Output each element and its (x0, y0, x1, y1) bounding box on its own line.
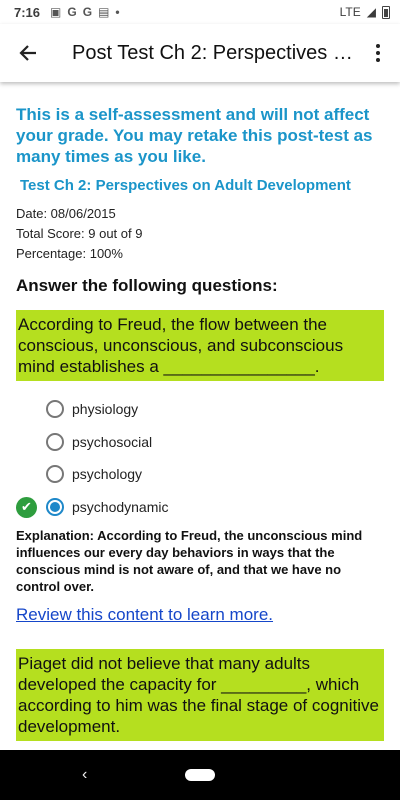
result-meta: Date: 08/06/2015 Total Score: 9 out of 9… (16, 204, 384, 264)
nav-back-icon[interactable]: ‹ (82, 766, 87, 784)
google-notification-icon: G (67, 5, 77, 19)
percentage-text: Percentage: 100% (16, 246, 123, 261)
total-score-text: Total Score: 9 out of 9 (16, 226, 143, 241)
clock: 7:16 (14, 4, 41, 20)
back-arrow-icon[interactable] (0, 24, 56, 82)
option-label: physiology (72, 401, 139, 418)
answer-option[interactable]: psychosocial (16, 426, 384, 459)
news-notification-icon: ▤ (98, 5, 110, 19)
status-right: LTE ◢ (340, 5, 390, 19)
radio-button[interactable] (46, 432, 64, 451)
google-notification-icon: G (82, 5, 93, 19)
self-assessment-notice: This is a self-assessment and will not a… (16, 105, 373, 166)
page-title: Post Test Ch 2: Perspectives on Adult De… (72, 41, 356, 64)
status-bar: 7:16 ▣ G G ▤ • LTE ◢ (0, 0, 400, 24)
answer-options: physiology psychosocial psychology ✔ psy… (16, 393, 384, 523)
explanation-text: Explanation: According to Freud, the unc… (16, 528, 363, 594)
radio-button-selected[interactable] (46, 497, 64, 516)
network-label: LTE (339, 5, 361, 19)
option-label: psychosocial (72, 433, 153, 450)
signal-icon: ◢ (366, 5, 376, 19)
question-text: Piaget did not believe that many adults … (16, 649, 384, 741)
overflow-menu-icon[interactable] (356, 43, 400, 63)
more-notifications-icon: • (115, 5, 120, 19)
app-bar: Post Test Ch 2: Perspectives on Adult De… (0, 24, 400, 82)
correct-check-icon: ✔ (16, 496, 37, 518)
radio-button[interactable] (46, 465, 64, 484)
question-text: According to Freud, the flow between the… (16, 310, 384, 381)
date-text: Date: 08/06/2015 (16, 206, 116, 221)
battery-icon (382, 5, 390, 19)
option-label: psychology (72, 466, 143, 483)
radio-button[interactable] (46, 400, 64, 419)
review-content-link[interactable]: Review this content to learn more. (16, 605, 273, 625)
answer-option-selected[interactable]: ✔ psychodynamic (16, 491, 384, 524)
option-label: psychodynamic (72, 498, 169, 515)
answer-option[interactable]: psychology (16, 458, 384, 491)
answer-option[interactable]: physiology (16, 393, 384, 426)
home-pill-icon[interactable] (185, 769, 215, 781)
results-content[interactable]: This is a self-assessment and will not a… (0, 82, 400, 750)
system-nav-bar: ‹ (0, 750, 400, 800)
test-title: Test Ch 2: Perspectives on Adult Develop… (20, 177, 351, 194)
instructions-heading: Answer the following questions: (16, 276, 278, 295)
image-notification-icon: ▣ (50, 5, 62, 19)
